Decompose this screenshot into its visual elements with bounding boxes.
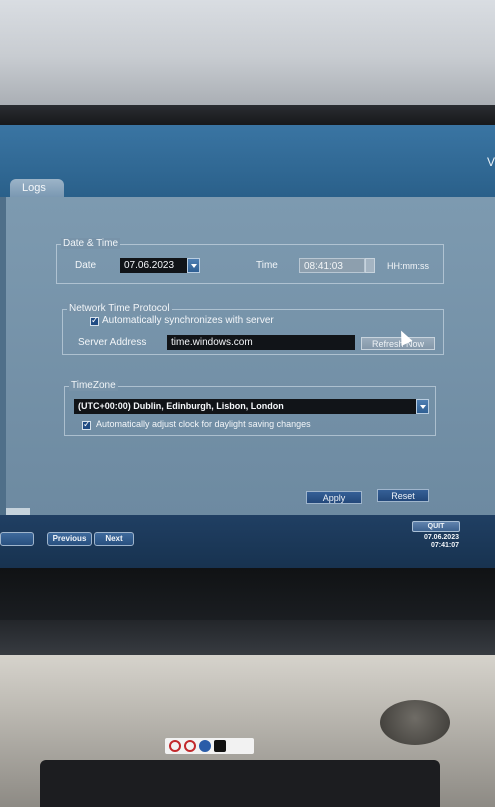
monitor-bezel-top: [0, 105, 495, 127]
date-dropdown-icon[interactable]: [187, 258, 200, 273]
date-field[interactable]: 07.06.2023: [120, 258, 187, 273]
corner-label: V: [486, 155, 495, 169]
screen: Logs V Date & Time Date 07.06.2023 Time …: [0, 125, 495, 570]
timezone-select[interactable]: (UTC+00:00) Dublin, Edinburgh, Lisbon, L…: [74, 399, 419, 414]
previous-button[interactable]: Previous: [47, 532, 92, 546]
reset-button[interactable]: Reset: [377, 489, 429, 502]
time-label: Time: [256, 260, 278, 271]
sticker-icon: [169, 740, 181, 752]
tab-logs[interactable]: Logs: [10, 179, 64, 197]
ntp-group: Network Time Protocol Automatically sync…: [62, 303, 444, 355]
timezone-group: TimeZone (UTC+00:00) Dublin, Edinburgh, …: [64, 380, 436, 436]
time-format-label: HH:mm:ss: [387, 261, 429, 271]
timezone-title: TimeZone: [69, 380, 118, 391]
next-button[interactable]: Next: [94, 532, 134, 546]
bottom-nav-bar: Previous Next QUIT 07.06.2023 07:41:07: [0, 515, 495, 570]
console-panel: [40, 760, 440, 807]
dst-label: Automatically adjust clock for daylight …: [96, 419, 311, 429]
date-time-title: Date & Time: [61, 238, 121, 249]
settings-panel: Date & Time Date 07.06.2023 Time 08:41:0…: [6, 197, 495, 515]
tab-strip: Logs V: [0, 125, 495, 197]
apply-button[interactable]: Apply: [306, 491, 362, 504]
warning-stickers: [165, 738, 254, 754]
time-field[interactable]: 08:41:03: [299, 258, 365, 273]
time-spinner-icon[interactable]: [365, 258, 375, 273]
server-address-label: Server Address: [78, 337, 147, 348]
sticker-icon: [199, 740, 211, 752]
sticker-icon: [184, 740, 196, 752]
console-knob: [380, 700, 450, 745]
dst-checkbox[interactable]: [82, 419, 91, 430]
auto-sync-checkbox[interactable]: [90, 315, 99, 326]
date-time-group: Date & Time Date 07.06.2023 Time 08:41:0…: [56, 238, 444, 284]
left-partial-button[interactable]: [0, 532, 34, 546]
auto-sync-label: Automatically synchronizes with server: [102, 315, 274, 326]
quit-button[interactable]: QUIT: [412, 521, 460, 532]
ntp-title: Network Time Protocol: [67, 303, 172, 314]
sticker-icon: [214, 740, 226, 752]
status-date: 07.06.2023: [423, 534, 459, 541]
timezone-dropdown-icon[interactable]: [416, 399, 429, 414]
date-label: Date: [75, 260, 97, 271]
status-clock: 07.06.2023 07:41:07: [424, 534, 459, 550]
status-time: 07:41:07: [430, 542, 459, 549]
monitor-base: [0, 620, 495, 660]
server-address-input[interactable]: time.windows.com: [167, 335, 355, 350]
